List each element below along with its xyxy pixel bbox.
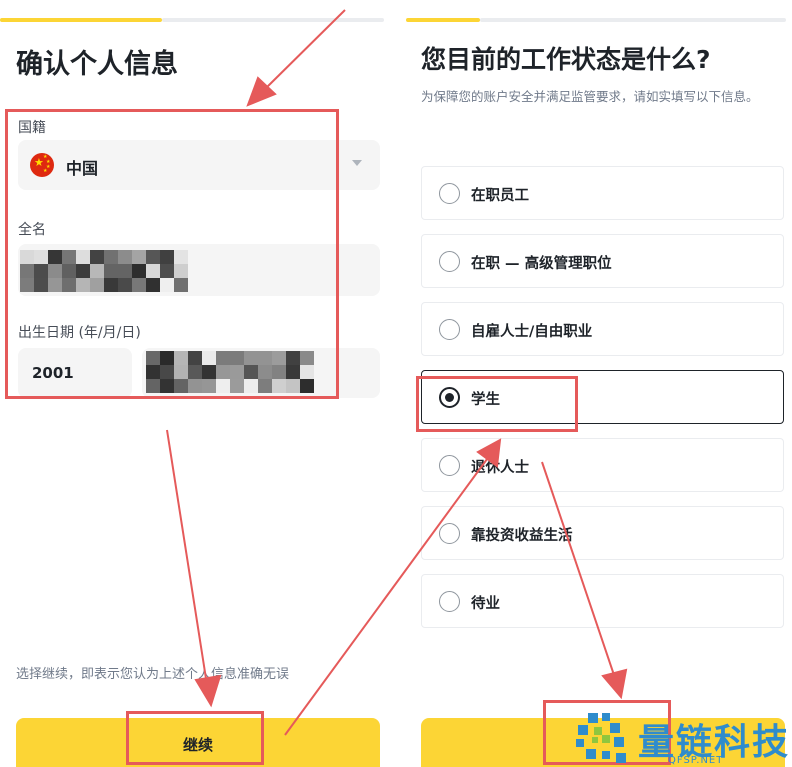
arrow-head-continue xyxy=(194,674,222,708)
watermark-sub: QFSP.NET xyxy=(668,755,724,766)
arrow-to-personal-info xyxy=(261,9,346,93)
arrow-to-continue-right xyxy=(541,461,616,679)
watermark: 量链科技 QFSP.NET xyxy=(572,707,792,767)
arrow-head-continue-right xyxy=(601,668,628,700)
arrow-to-continue xyxy=(166,429,208,686)
annotation-arrows xyxy=(166,9,628,736)
arrow-to-student xyxy=(284,454,491,736)
watermark-logo-icon xyxy=(576,713,626,763)
arrow-head-student xyxy=(476,438,502,468)
